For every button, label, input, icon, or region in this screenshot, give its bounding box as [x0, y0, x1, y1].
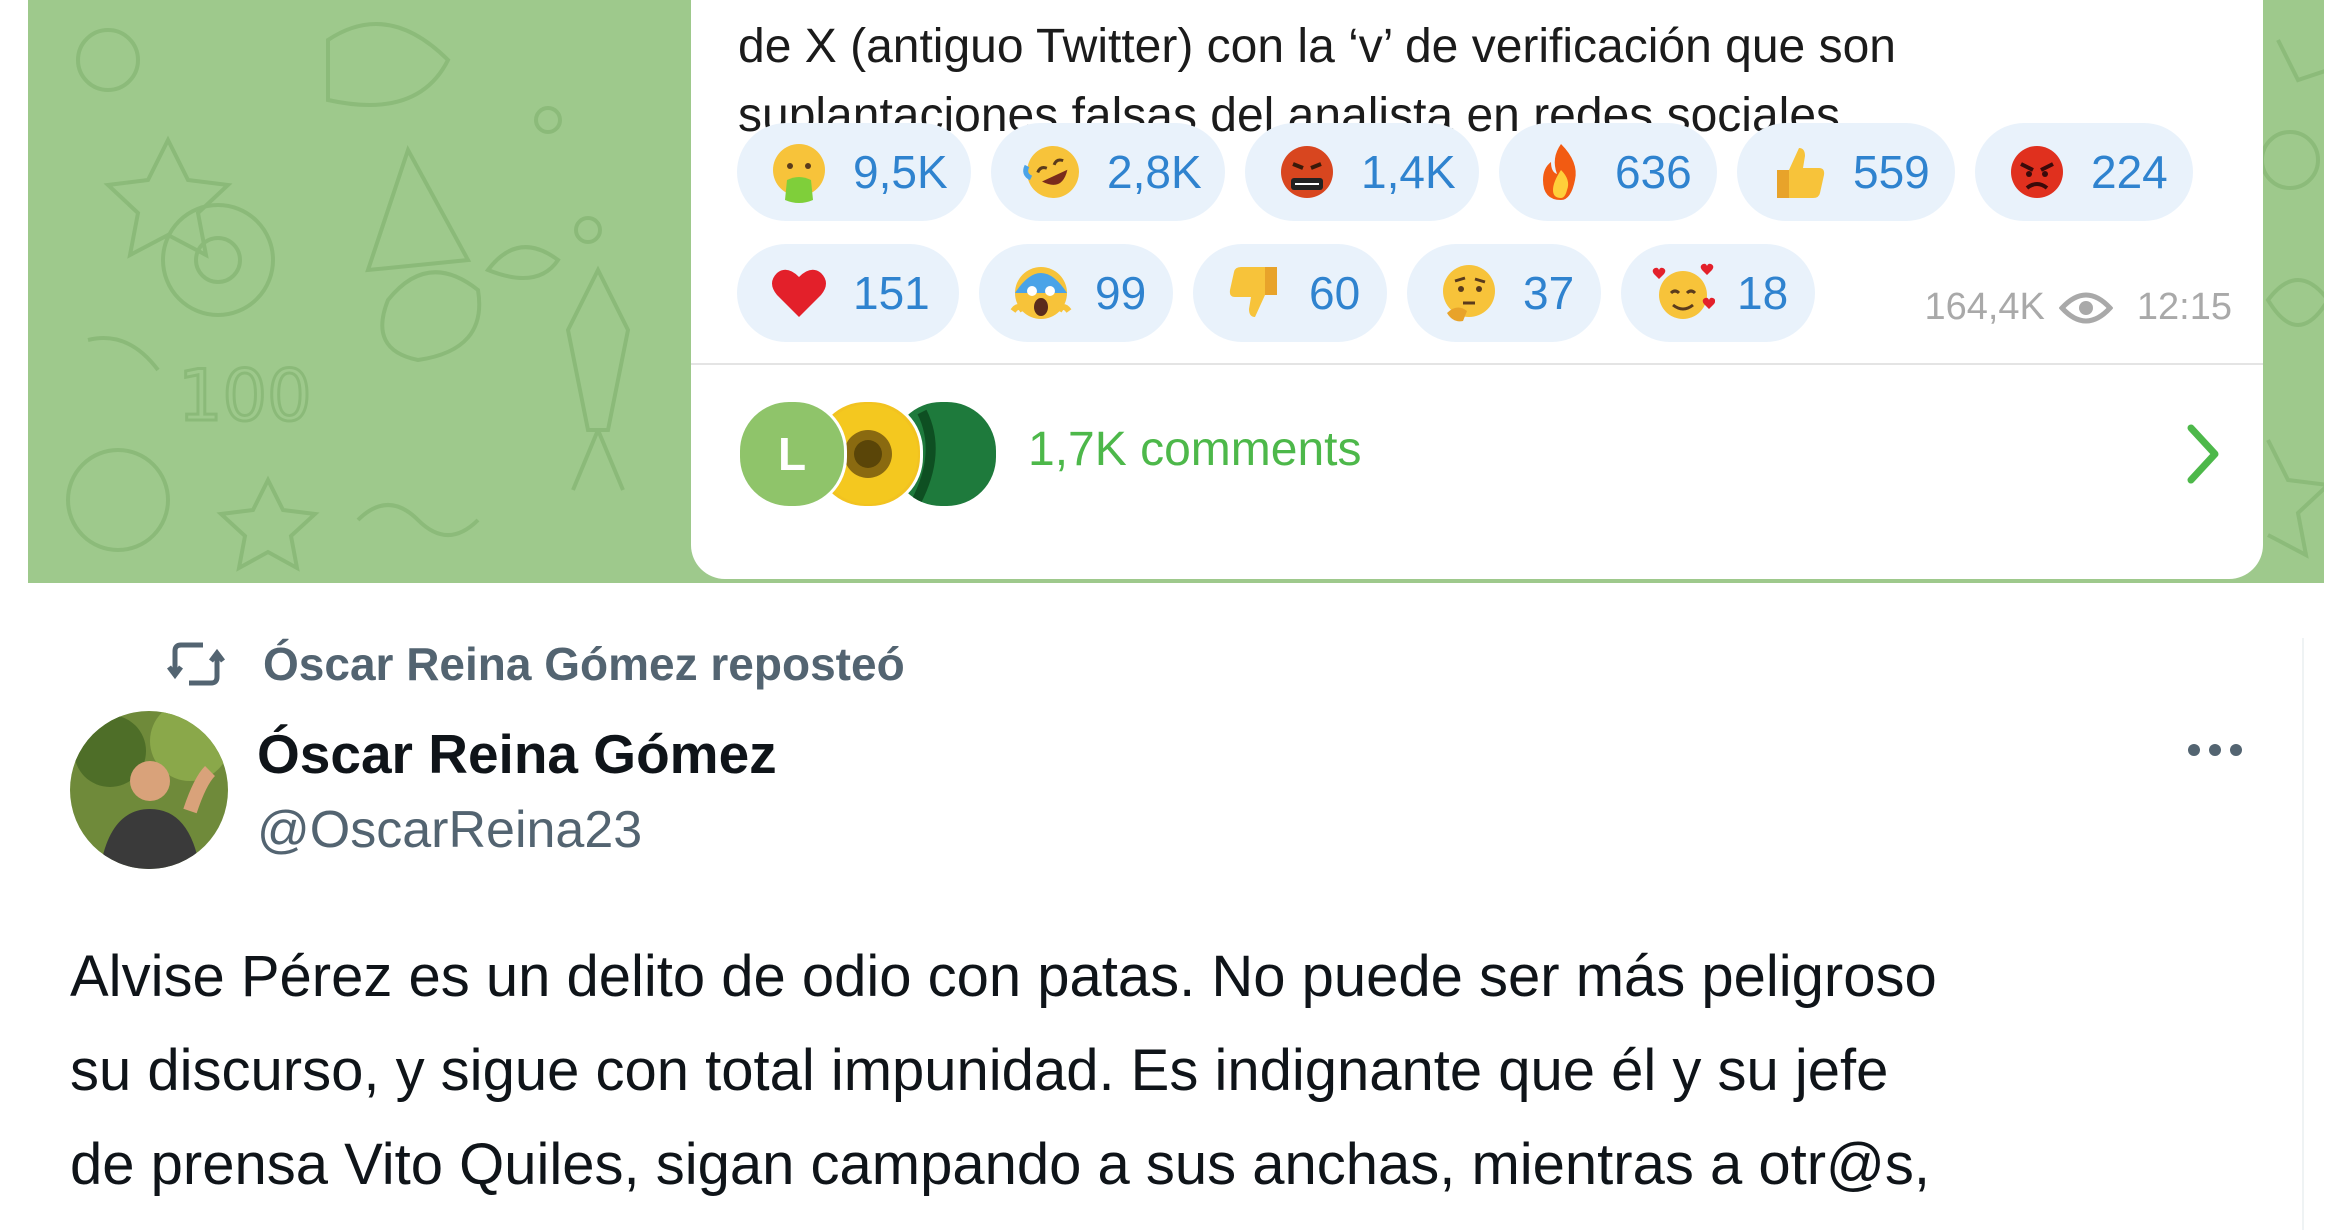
- reaction-count: 636: [1615, 146, 1692, 198]
- author-name[interactable]: Óscar Reina Gómez: [257, 722, 777, 786]
- reaction-angry[interactable]: 224: [1975, 123, 2193, 221]
- reaction-screaming[interactable]: 99: [979, 244, 1173, 342]
- reaction-count: 9,5K: [853, 146, 948, 198]
- view-count: 164,4K: [1924, 286, 2045, 328]
- thinking-face-icon: [1443, 265, 1495, 322]
- reaction-cursing[interactable]: 1,4K: [1245, 123, 1479, 221]
- author-photo: [70, 711, 228, 869]
- message-time: 12:15: [2136, 286, 2232, 328]
- reaction-count: 37: [1523, 267, 1575, 319]
- post-text-line: de prensa Vito Quiles, sigan campando a …: [70, 1132, 1931, 1197]
- post-text: Alvise Pérez es un delito de odio con pa…: [70, 930, 2310, 1212]
- reaction-count: 224: [2091, 146, 2168, 198]
- cursing-face-icon: [1281, 146, 1333, 198]
- thumbs-up-icon: [1777, 148, 1825, 198]
- reaction-thumbs-up[interactable]: 559: [1737, 123, 1955, 221]
- message-line: de X (antiguo Twitter) con la ‘v’ de ver…: [738, 20, 1896, 73]
- nauseated-face-icon: [773, 144, 825, 203]
- reaction-count: 60: [1309, 267, 1361, 319]
- telegram-chat-panel: 100 de X (antiguo Twitter) con la ‘v’ de…: [28, 0, 2324, 583]
- smiling-face-with-hearts-icon: [1652, 263, 1715, 319]
- reaction-count: 99: [1095, 267, 1147, 319]
- author-avatar[interactable]: [70, 711, 228, 869]
- post-text-line: Alvise Pérez es un delito de odio con pa…: [70, 944, 1937, 1009]
- message-text: de X (antiguo Twitter) con la ‘v’ de ver…: [738, 12, 2218, 150]
- thumbs-down-icon: [1229, 267, 1277, 317]
- telegram-message-bubble: de X (antiguo Twitter) con la ‘v’ de ver…: [691, 0, 2263, 579]
- commenter-avatars: L: [737, 399, 999, 509]
- angry-face-icon: [2011, 146, 2063, 198]
- repost-label: Óscar Reina Gómez reposteó: [263, 638, 905, 690]
- reaction-smiling-hearts[interactable]: 18: [1621, 244, 1815, 342]
- author-handle[interactable]: @OscarReina23: [257, 800, 642, 860]
- eye-icon: [2058, 292, 2113, 323]
- reaction-count: 559: [1853, 146, 1930, 198]
- reaction-heart[interactable]: 151: [737, 244, 959, 342]
- more-options-icon[interactable]: [2180, 730, 2250, 770]
- reaction-nauseated[interactable]: 9,5K: [737, 123, 971, 221]
- comments-link[interactable]: 1,7K comments: [1028, 422, 1361, 477]
- commenter-initial: L: [777, 428, 807, 480]
- repost-indicator[interactable]: Óscar Reina Gómez reposteó: [165, 633, 905, 695]
- reaction-rofl[interactable]: 2,8K: [991, 123, 1225, 221]
- reaction-fire[interactable]: 636: [1499, 123, 1717, 221]
- reaction-count: 2,8K: [1107, 146, 1202, 198]
- rofl-face-icon: [1023, 146, 1079, 198]
- comments-divider: [691, 363, 2263, 365]
- post-text-line: su discurso, y sigue con total impunidad…: [70, 1038, 1889, 1103]
- chevron-right-icon[interactable]: [2173, 414, 2233, 494]
- fire-icon: [1543, 144, 1576, 200]
- reaction-count: 1,4K: [1361, 146, 1456, 198]
- reaction-thinking[interactable]: 37: [1407, 244, 1601, 342]
- repost-icon: [167, 642, 225, 686]
- commenter-avatar: L: [737, 399, 847, 509]
- svg-text:100: 100: [178, 355, 312, 437]
- reaction-count: 151: [853, 267, 930, 319]
- reaction-count: 18: [1737, 267, 1789, 319]
- screaming-face-icon: [1010, 267, 1072, 319]
- message-meta: 164,4K 12:15: [1924, 286, 2232, 329]
- reaction-thumbs-down[interactable]: 60: [1193, 244, 1387, 342]
- red-heart-icon: [772, 269, 826, 317]
